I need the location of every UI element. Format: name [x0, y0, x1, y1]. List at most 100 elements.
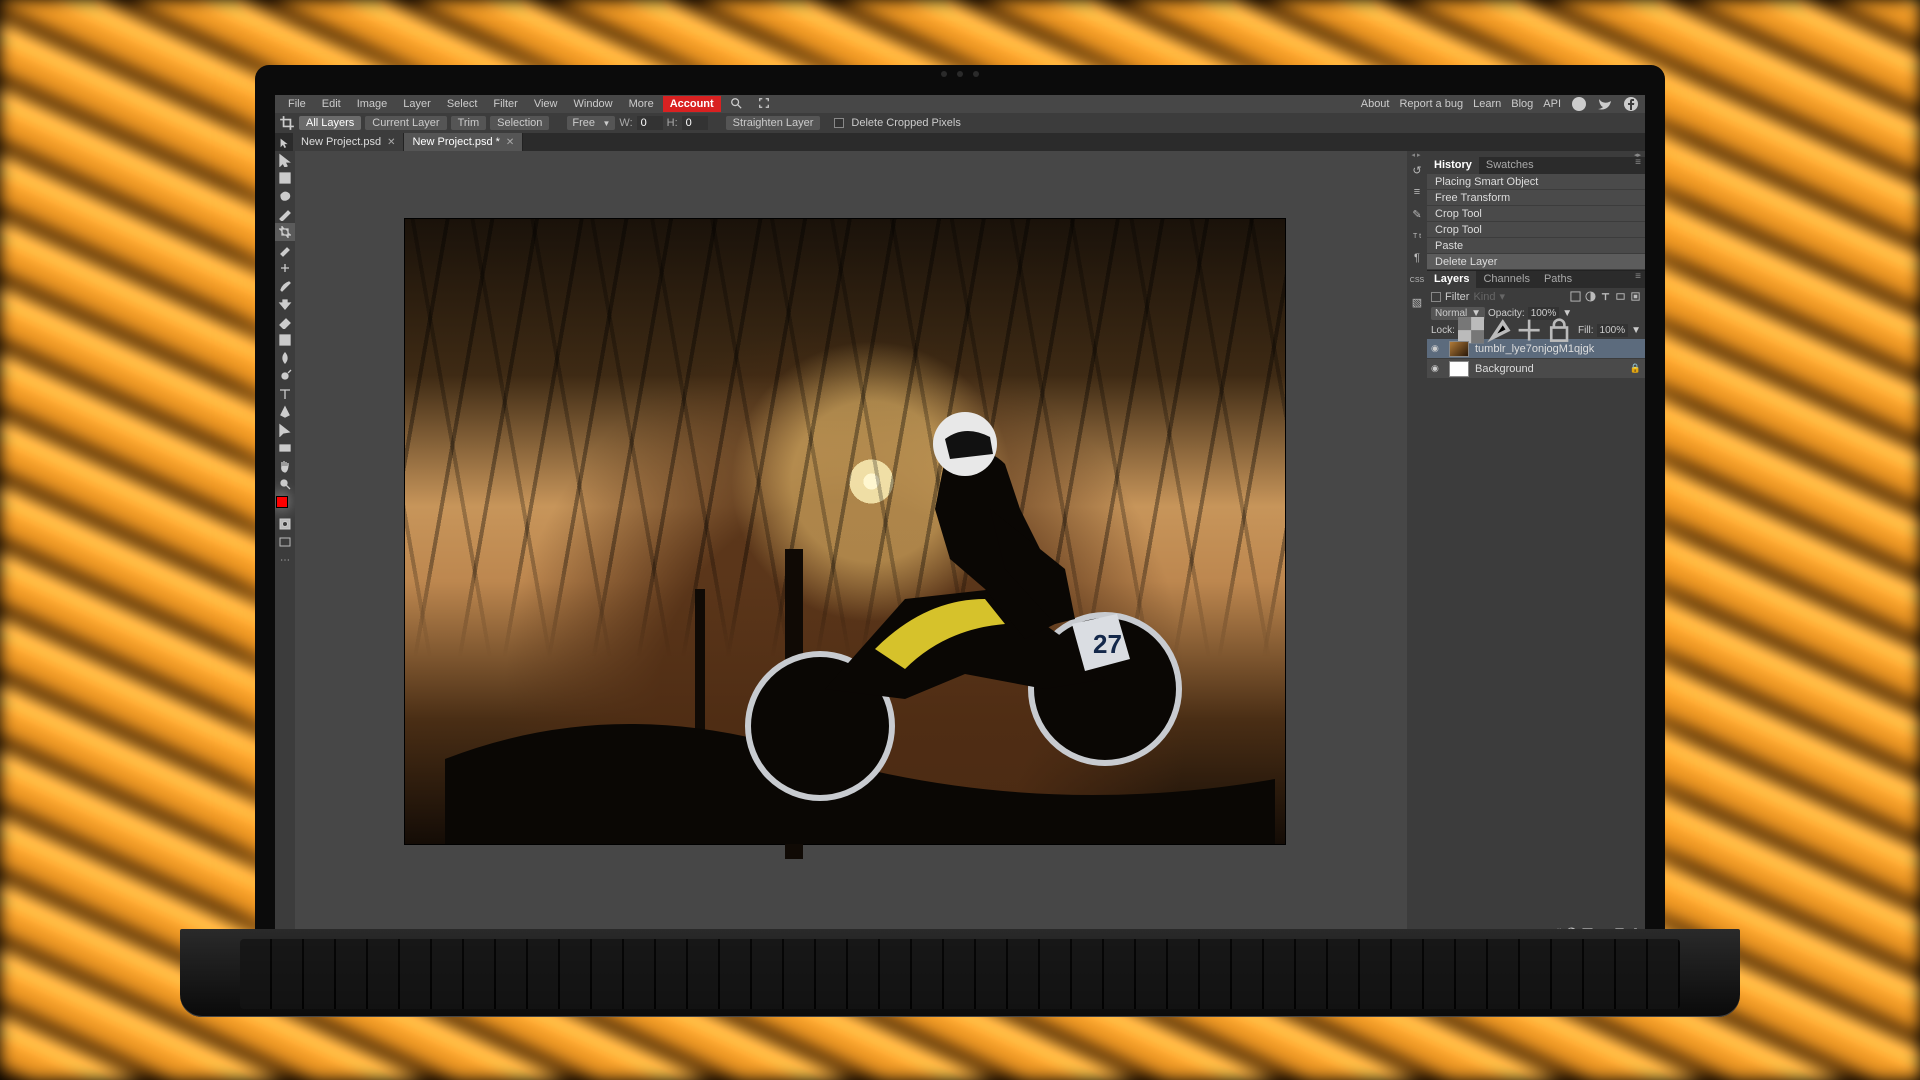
- lock-icon[interactable]: 🔒: [1630, 363, 1641, 374]
- tool-eraser[interactable]: [275, 313, 295, 331]
- tool-type[interactable]: [275, 385, 295, 403]
- filter-adjust-icon[interactable]: [1585, 291, 1596, 302]
- history-item[interactable]: Free Transform: [1427, 190, 1645, 206]
- toolbar-extra-1[interactable]: [275, 533, 295, 551]
- filter-smart-icon[interactable]: [1630, 291, 1641, 302]
- lock-image-icon[interactable]: [1487, 317, 1513, 343]
- panel-paragraph-icon[interactable]: ¶: [1408, 247, 1426, 269]
- tool-gradient[interactable]: [275, 331, 295, 349]
- chevron-down-icon[interactable]: ▼: [1631, 325, 1641, 336]
- opt-trim[interactable]: Trim: [451, 116, 487, 130]
- tool-eyedropper[interactable]: [275, 241, 295, 259]
- layer-name[interactable]: tumblr_lye7onjogM1qjgk: [1475, 343, 1641, 355]
- visibility-icon[interactable]: ◉: [1431, 363, 1443, 374]
- menu-item-view[interactable]: View: [527, 96, 565, 112]
- tool-rectangle[interactable]: [275, 439, 295, 457]
- delete-cropped-checkbox[interactable]: [834, 118, 844, 128]
- lock-all-icon[interactable]: [1546, 317, 1572, 343]
- menu-item-file[interactable]: File: [281, 96, 313, 112]
- crop-height-input[interactable]: 0: [682, 116, 708, 130]
- chevron-down-icon[interactable]: ▾: [1499, 290, 1505, 303]
- link-learn[interactable]: Learn: [1473, 98, 1501, 110]
- menu-item-edit[interactable]: Edit: [315, 96, 348, 112]
- filter-image-icon[interactable]: [1570, 291, 1581, 302]
- lock-move-icon[interactable]: [1516, 317, 1542, 343]
- filter-checkbox[interactable]: [1431, 292, 1441, 302]
- layer-row[interactable]: ◉ Background 🔒: [1427, 359, 1645, 379]
- menu-item-image[interactable]: Image: [350, 96, 395, 112]
- document-tab[interactable]: New Project.psd *✕: [404, 133, 523, 151]
- menu-item-select[interactable]: Select: [440, 96, 485, 112]
- tab-swatches[interactable]: Swatches: [1479, 157, 1541, 174]
- menu-item-filter[interactable]: Filter: [486, 96, 524, 112]
- close-icon[interactable]: ✕: [506, 137, 514, 148]
- menu-item-window[interactable]: Window: [567, 96, 620, 112]
- tool-crop[interactable]: [275, 223, 295, 241]
- panel-history-icon[interactable]: ↺: [1408, 159, 1426, 181]
- webcam-array: [941, 71, 979, 77]
- tool-zoom[interactable]: [275, 475, 295, 493]
- tool-blur[interactable]: [275, 349, 295, 367]
- reddit-icon[interactable]: [1571, 96, 1587, 112]
- fullscreen-icon[interactable]: [751, 95, 777, 114]
- panel-image-icon[interactable]: ▧: [1408, 291, 1426, 313]
- tool-hand[interactable]: [275, 457, 295, 475]
- menu-item-layer[interactable]: Layer: [396, 96, 438, 112]
- history-item[interactable]: Delete Layer: [1427, 254, 1645, 270]
- link-about[interactable]: About: [1361, 98, 1390, 110]
- opt-all-layers[interactable]: All Layers: [299, 116, 361, 130]
- facebook-icon[interactable]: [1623, 96, 1639, 112]
- link-report-a-bug[interactable]: Report a bug: [1399, 98, 1463, 110]
- twitter-icon[interactable]: [1597, 96, 1613, 112]
- tool-clone[interactable]: [275, 295, 295, 313]
- tab-paths[interactable]: Paths: [1537, 271, 1579, 288]
- toolbar-extra-0[interactable]: [275, 515, 295, 533]
- layer-thumbnail[interactable]: [1449, 341, 1469, 357]
- opt-selection[interactable]: Selection: [490, 116, 549, 130]
- visibility-icon[interactable]: ◉: [1431, 343, 1443, 354]
- fill-value[interactable]: 100%: [1597, 324, 1629, 337]
- tool-path-sel[interactable]: [275, 421, 295, 439]
- history-item[interactable]: Paste: [1427, 238, 1645, 254]
- panel-brush-preset-icon[interactable]: ✎: [1408, 203, 1426, 225]
- opt-straighten[interactable]: Straighten Layer: [726, 116, 821, 130]
- menu-account[interactable]: Account: [663, 96, 721, 112]
- history-item[interactable]: Crop Tool: [1427, 222, 1645, 238]
- panel-swatches-icon[interactable]: ≡: [1408, 181, 1426, 203]
- crop-ratio-select[interactable]: Free▼: [567, 116, 615, 130]
- layer-row[interactable]: ◉ tumblr_lye7onjogM1qjgk: [1427, 339, 1645, 359]
- layers-menu-icon[interactable]: ≡: [1631, 271, 1645, 288]
- layer-name[interactable]: Background: [1475, 363, 1624, 375]
- link-blog[interactable]: Blog: [1511, 98, 1533, 110]
- crop-width-input[interactable]: 0: [637, 116, 663, 130]
- opt-current-layer[interactable]: Current Layer: [365, 116, 446, 130]
- filter-type-icon[interactable]: [1600, 291, 1611, 302]
- tool-healing[interactable]: [275, 259, 295, 277]
- link-api[interactable]: API: [1543, 98, 1561, 110]
- tool-move[interactable]: [275, 151, 295, 169]
- history-item[interactable]: Crop Tool: [1427, 206, 1645, 222]
- panel-css-icon[interactable]: CSS: [1408, 269, 1426, 291]
- layer-thumbnail[interactable]: [1449, 361, 1469, 377]
- menu-item-more[interactable]: More: [622, 96, 661, 112]
- document-tab[interactable]: New Project.psd✕: [293, 133, 404, 151]
- close-icon[interactable]: ✕: [387, 137, 395, 148]
- toolbar-extra-2[interactable]: ⋯: [275, 551, 295, 569]
- tool-marquee[interactable]: [275, 169, 295, 187]
- tab-history[interactable]: History: [1427, 157, 1479, 174]
- search-icon[interactable]: [723, 95, 749, 114]
- canvas-image[interactable]: 27: [405, 219, 1285, 844]
- tab-channels[interactable]: Channels: [1476, 271, 1536, 288]
- filter-shape-icon[interactable]: [1615, 291, 1626, 302]
- tool-wand[interactable]: [275, 205, 295, 223]
- panel-type-icon[interactable]: T t: [1408, 225, 1426, 247]
- tab-layers[interactable]: Layers: [1427, 271, 1476, 288]
- history-item[interactable]: Placing Smart Object: [1427, 174, 1645, 190]
- tool-dodge[interactable]: [275, 367, 295, 385]
- color-swatch[interactable]: [275, 495, 295, 515]
- history-menu-icon[interactable]: ≡: [1631, 157, 1645, 174]
- tool-brush[interactable]: [275, 277, 295, 295]
- tool-pen[interactable]: [275, 403, 295, 421]
- tool-lasso[interactable]: [275, 187, 295, 205]
- canvas-viewport[interactable]: 27: [295, 151, 1407, 940]
